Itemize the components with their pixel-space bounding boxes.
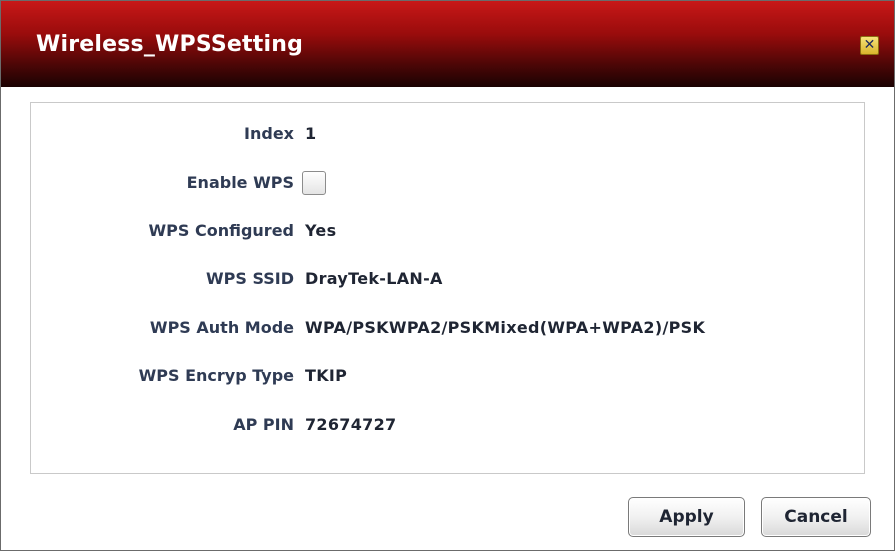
dialog-titlebar: Wireless_WPSSetting ✕ [1, 1, 894, 87]
index-value: 1 [305, 124, 317, 143]
wps-auth-mode-value: WPA/PSKWPA2/PSKMixed(WPA+WPA2)/PSK [305, 318, 706, 337]
wps-ssid-row: WPS SSID DrayTek-LAN-A [31, 267, 866, 291]
wps-settings-dialog: Wireless_WPSSetting ✕ Index 1 Enable WPS… [0, 0, 895, 551]
cancel-button[interactable]: Cancel [761, 497, 871, 537]
close-icon: ✕ [863, 37, 876, 53]
wps-encryp-type-label: WPS Encryp Type [138, 366, 294, 385]
index-label: Index [244, 124, 294, 143]
apply-button[interactable]: Apply [628, 497, 745, 537]
close-button[interactable]: ✕ [860, 36, 879, 55]
wps-encryp-type-value: TKIP [305, 366, 348, 385]
ap-pin-label: AP PIN [233, 415, 294, 434]
settings-panel: Index 1 Enable WPS WPS Configured Yes WP… [30, 102, 865, 474]
ap-pin-value: 72674727 [305, 415, 397, 434]
enable-wps-row: Enable WPS [31, 171, 866, 195]
wps-configured-label: WPS Configured [148, 221, 295, 240]
wps-ssid-label: WPS SSID [205, 269, 294, 288]
index-row: Index 1 [31, 122, 866, 146]
ap-pin-row: AP PIN 72674727 [31, 413, 866, 437]
wps-ssid-value: DrayTek-LAN-A [305, 269, 443, 288]
enable-wps-checkbox[interactable] [302, 171, 326, 195]
wps-auth-mode-label: WPS Auth Mode [149, 318, 294, 337]
enable-wps-label: Enable WPS [186, 173, 294, 192]
dialog-title: Wireless_WPSSetting [36, 32, 304, 57]
wps-configured-row: WPS Configured Yes [31, 219, 866, 243]
wps-auth-mode-row: WPS Auth Mode WPA/PSKWPA2/PSKMixed(WPA+W… [31, 316, 866, 340]
wps-configured-value: Yes [305, 221, 337, 240]
wps-encryp-type-row: WPS Encryp Type TKIP [31, 364, 866, 388]
